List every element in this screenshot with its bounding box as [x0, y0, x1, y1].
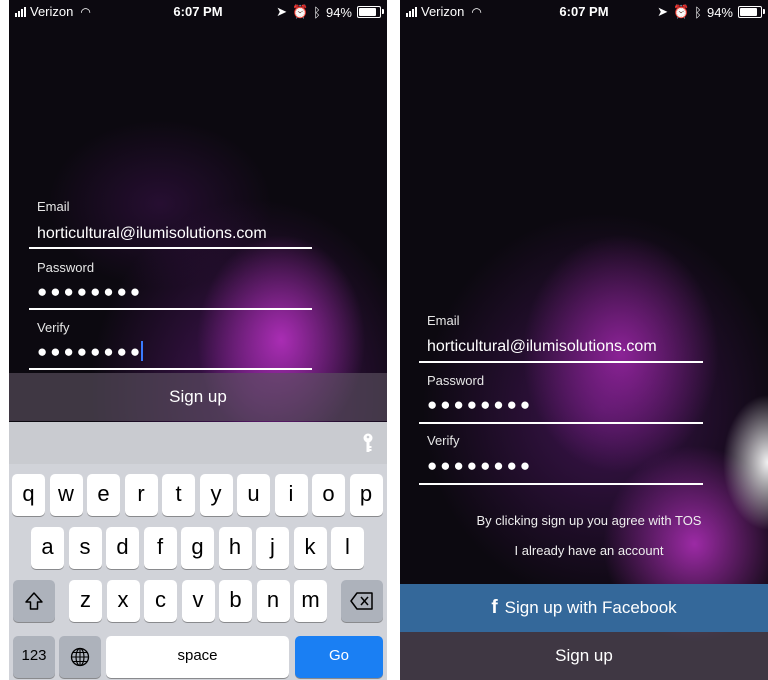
signup-screen-full: Verizon ◠ 6:07 PM ➤ ⏰ ᛒ 94% Email hortic…	[400, 0, 768, 680]
numbers-key[interactable]: 123	[13, 636, 55, 678]
globe-key[interactable]	[59, 636, 101, 678]
verify-underline	[419, 483, 703, 485]
key-k[interactable]: k	[293, 527, 327, 569]
key-b[interactable]: b	[219, 580, 252, 622]
email-field[interactable]: horticultural@ilumisolutions.com	[427, 338, 657, 356]
key-c[interactable]: c	[144, 580, 177, 622]
bluetooth-icon: ᛒ	[694, 4, 702, 20]
key-p[interactable]: p	[349, 474, 383, 516]
verify-label: Verify	[37, 320, 70, 335]
backspace-key[interactable]	[341, 580, 383, 622]
alarm-icon: ⏰	[291, 4, 309, 19]
battery-percent: 94%	[706, 4, 733, 20]
signup-screen-keyboard: Verizon ◠ 6:07 PM ➤ ⏰ ᛒ 94% Email hortic…	[9, 0, 387, 680]
key-s[interactable]: s	[68, 527, 102, 569]
key-icon[interactable]	[363, 433, 373, 453]
location-arrow-icon: ➤	[276, 4, 287, 19]
go-key[interactable]: Go	[295, 636, 383, 678]
password-label: Password	[427, 373, 485, 388]
key-t[interactable]: t	[162, 474, 195, 516]
email-underline	[419, 361, 703, 363]
space-key[interactable]: space	[106, 636, 289, 678]
key-f[interactable]: f	[143, 527, 177, 569]
key-l[interactable]: l	[331, 527, 364, 569]
shift-icon	[25, 592, 43, 610]
verify-label: Verify	[427, 433, 460, 448]
keyboard-accessory-bar	[9, 422, 387, 464]
verify-underline	[29, 368, 312, 370]
globe-icon	[70, 647, 90, 667]
key-d[interactable]: d	[106, 527, 139, 569]
key-r[interactable]: r	[124, 474, 158, 516]
battery-icon	[738, 6, 765, 18]
battery-level-fill	[359, 8, 376, 16]
password-underline	[29, 308, 312, 310]
battery-icon	[357, 6, 384, 18]
email-underline	[29, 247, 312, 249]
status-bar: Verizon ◠ 6:07 PM ➤ ⏰ ᛒ 94%	[9, 0, 387, 22]
key-o[interactable]: o	[312, 474, 345, 516]
key-w[interactable]: w	[49, 474, 83, 516]
login-link[interactable]: I already have an account	[400, 543, 768, 558]
location-arrow-icon: ➤	[657, 4, 668, 19]
keyboard: qwertyuiop asdfghjkl zxcvbnm 123 space G…	[9, 464, 387, 680]
email-label: Email	[37, 199, 70, 214]
battery-percent: 94%	[325, 4, 352, 20]
key-m[interactable]: m	[294, 580, 327, 622]
key-q[interactable]: q	[12, 474, 45, 516]
key-y[interactable]: y	[199, 474, 233, 516]
shift-key[interactable]	[13, 580, 55, 622]
key-i[interactable]: i	[274, 474, 308, 516]
alarm-icon: ⏰	[672, 4, 690, 19]
text-cursor	[141, 341, 143, 361]
key-z[interactable]: z	[69, 580, 102, 622]
password-underline	[419, 422, 703, 424]
key-j[interactable]: j	[256, 527, 289, 569]
password-label: Password	[37, 260, 95, 275]
email-field[interactable]: horticultural@ilumisolutions.com	[37, 225, 267, 243]
battery-level-fill	[740, 8, 757, 16]
key-a[interactable]: a	[31, 527, 64, 569]
key-n[interactable]: n	[256, 580, 290, 622]
bluetooth-icon: ᛒ	[313, 4, 321, 20]
status-bar: Verizon ◠ 6:07 PM ➤ ⏰ ᛒ 94%	[400, 0, 768, 22]
key-u[interactable]: u	[237, 474, 270, 516]
key-g[interactable]: g	[181, 527, 214, 569]
key-v[interactable]: v	[181, 580, 215, 622]
key-e[interactable]: e	[87, 474, 120, 516]
key-h[interactable]: h	[218, 527, 252, 569]
email-label: Email	[427, 313, 460, 328]
password-field[interactable]: ●●●●●●●●	[427, 395, 533, 415]
tos-text[interactable]: By clicking sign up you agree with TOS	[400, 513, 768, 528]
signup-button[interactable]: Sign up	[9, 373, 387, 421]
verify-field[interactable]: ●●●●●●●●	[37, 342, 143, 362]
key-x[interactable]: x	[106, 580, 140, 622]
facebook-signup-button[interactable]: f Sign up with Facebook	[400, 584, 768, 632]
verify-field[interactable]: ●●●●●●●●	[427, 456, 533, 476]
facebook-signup-label: Sign up with Facebook	[504, 598, 677, 617]
facebook-f-icon: f	[491, 597, 498, 618]
signup-button[interactable]: Sign up	[400, 632, 768, 680]
password-field[interactable]: ●●●●●●●●	[37, 282, 143, 302]
backspace-icon	[350, 592, 373, 610]
